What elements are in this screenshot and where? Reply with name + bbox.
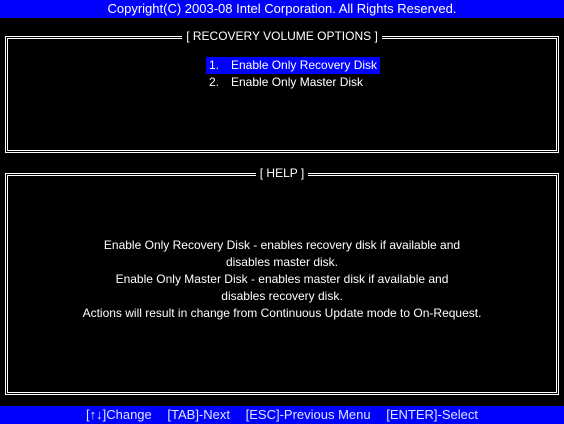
help-text: Enable Only Recovery Disk - enables reco…: [6, 237, 558, 322]
copyright-bar: Copyright(C) 2003-08 Intel Corporation. …: [0, 0, 564, 18]
option-label: Enable Only Master Disk: [231, 75, 364, 89]
option-label: Enable Only Recovery Disk: [231, 58, 378, 72]
help-line: Enable Only Recovery Disk - enables reco…: [103, 238, 461, 252]
next-key-hint: [TAB]-Next: [167, 407, 230, 422]
change-key-hint: [↑↓]Change: [86, 407, 152, 422]
key-hints-bar: [↑↓]Change [TAB]-Next [ESC]-Previous Men…: [0, 406, 564, 424]
select-key-hint: [ENTER]-Select: [386, 407, 478, 422]
option-number: 2.: [209, 75, 220, 89]
option-enable-only-master-disk[interactable]: 2. Enable Only Master Disk: [206, 74, 380, 91]
help-line: disables master disk.: [225, 255, 339, 269]
options-list: 1. Enable Only Recovery Disk 2. Enable Onl…: [206, 57, 381, 91]
help-line: Actions will result in change from Conti…: [82, 306, 482, 320]
help-line: disables recovery disk.: [221, 289, 343, 303]
options-title: [ RECOVERY VOLUME OPTIONS ]: [0, 29, 564, 43]
copyright-text: Copyright(C) 2003-08 Intel Corporation. …: [107, 1, 457, 16]
option-number: 1.: [209, 58, 220, 72]
help-line: Enable Only Master Disk - enables master…: [115, 272, 449, 286]
options-frame: [5, 36, 559, 153]
help-title: [ HELP ]: [0, 166, 564, 180]
option-enable-only-recovery-disk[interactable]: 1. Enable Only Recovery Disk: [206, 57, 381, 74]
previous-menu-key-hint: [ESC]-Previous Menu: [245, 407, 371, 422]
